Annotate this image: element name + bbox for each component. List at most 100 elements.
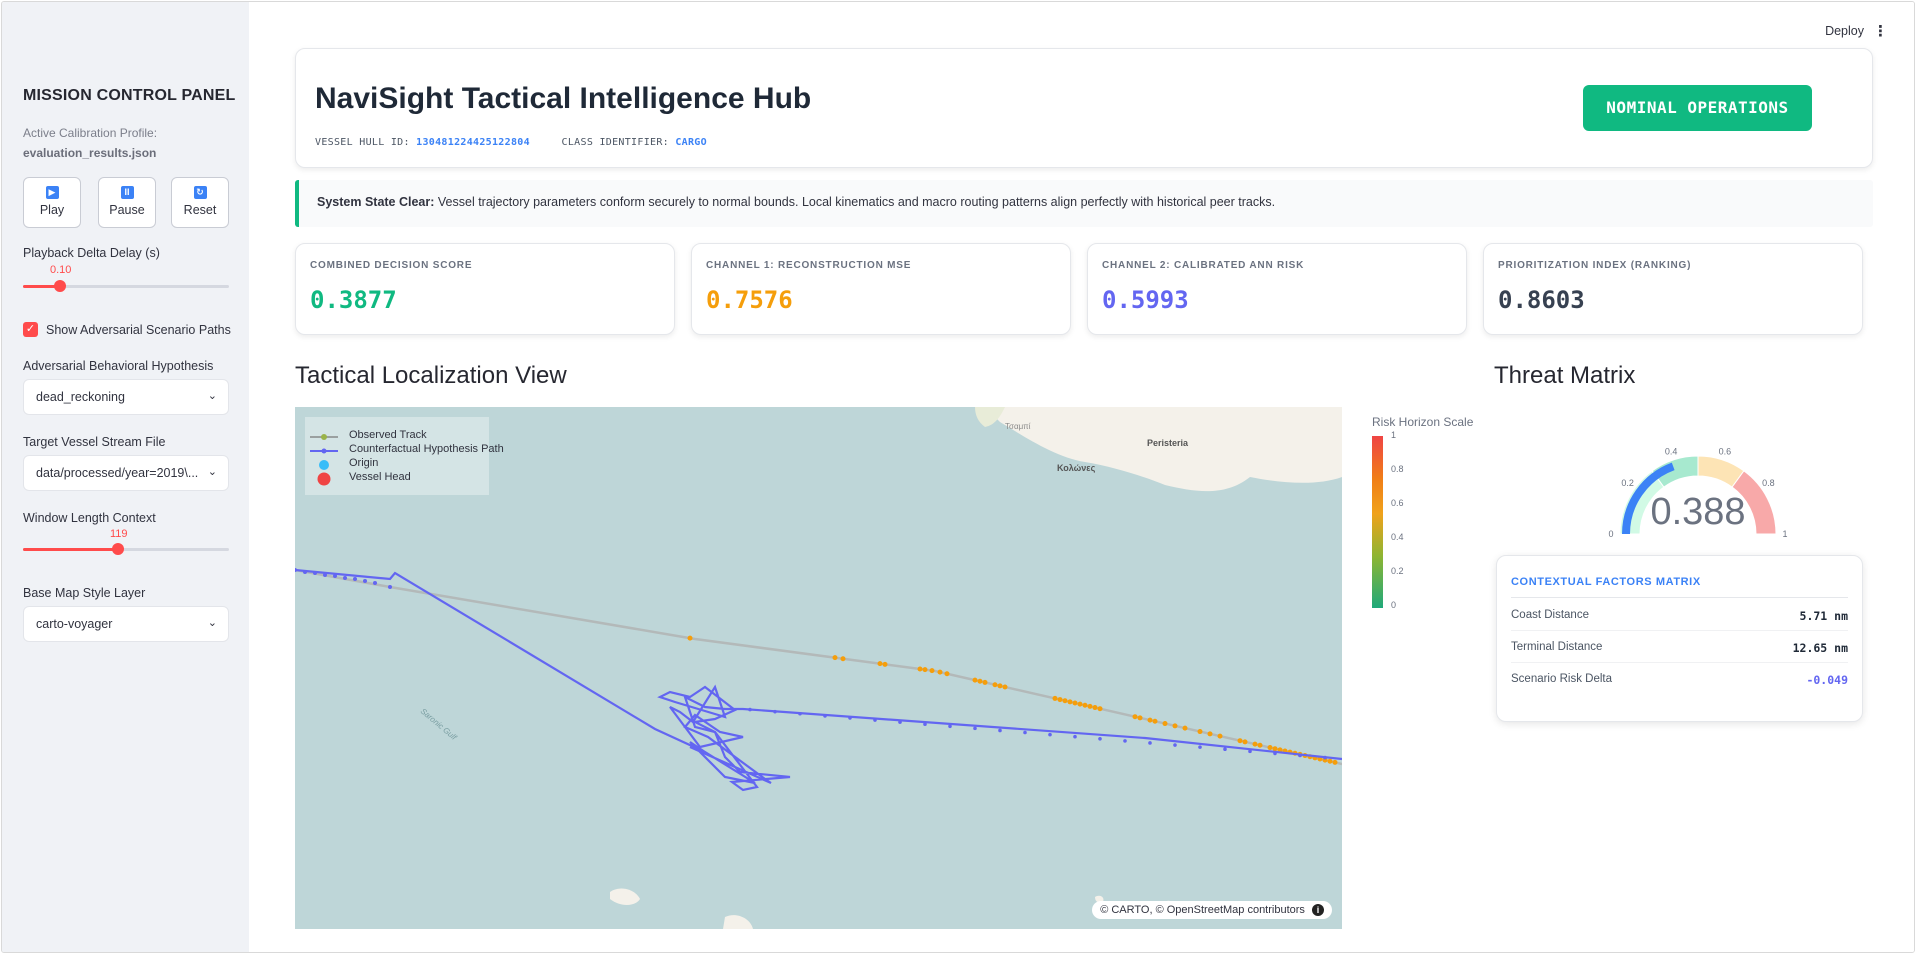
path-point — [1223, 747, 1227, 752]
risk-point — [1002, 684, 1008, 690]
metric-value: 0.3877 — [310, 286, 397, 314]
risk-point — [1132, 714, 1138, 720]
risk-point — [882, 661, 888, 667]
risk-point — [1057, 697, 1063, 703]
place-label: Τσαμπί — [1005, 422, 1031, 431]
risk-point — [1242, 739, 1248, 745]
deploy-button[interactable]: Deploy — [1825, 24, 1864, 38]
risk-point — [1162, 721, 1168, 727]
path-point — [1173, 743, 1177, 747]
class-value: CARGO — [675, 137, 707, 148]
risk-point — [687, 635, 693, 641]
colorbar-title: Risk Horizon Scale — [1372, 415, 1474, 429]
colorbar-tick: 0 — [1391, 600, 1397, 610]
chevron-down-icon: ⌄ — [207, 617, 217, 629]
map-section-title: Tactical Localization View — [295, 362, 567, 389]
pause-button[interactable]: II Pause — [98, 177, 156, 228]
track-point — [373, 581, 377, 585]
path-point — [1198, 745, 1202, 749]
app-window: MISSION CONTROL PANEL Active Calibration… — [1, 1, 1915, 953]
risk-point — [1137, 715, 1143, 721]
risk-point — [1062, 698, 1068, 704]
stream-select[interactable]: data/processed/year=2019\... ⌄ — [23, 455, 229, 491]
metric-card-ann-risk: CHANNEL 2: CALIBRATED ANN RISK 0.5993 — [1087, 243, 1467, 335]
risk-point — [1072, 700, 1078, 706]
risk-point — [1237, 738, 1243, 744]
counterfactual-path[interactable] — [295, 568, 1342, 792]
risk-point — [972, 677, 978, 683]
risk-point — [1172, 723, 1178, 729]
play-button[interactable]: ▶ Play — [23, 177, 81, 228]
gauge-tick: 0 — [1608, 529, 1613, 539]
tactical-map[interactable]: Τσαμπί Peristeria Κολώνες Saronic Gulf O… — [295, 407, 1342, 929]
playback-slider[interactable] — [23, 280, 229, 292]
path-point — [898, 720, 902, 724]
page-title: NaviSight Tactical Intelligence Hub — [315, 82, 812, 115]
kebab-menu-icon[interactable]: ⋮ — [1873, 22, 1888, 40]
risk-point — [1052, 695, 1058, 701]
metric-card-prioritization: PRIORITIZATION INDEX (RANKING) 0.8603 — [1483, 243, 1863, 335]
risk-point — [944, 671, 950, 677]
map-legend: Observed Track Counterfactual Hypothesis… — [305, 417, 504, 495]
path-point — [1298, 753, 1302, 758]
playback-label: Playback Delta Delay (s) — [23, 246, 160, 260]
island — [610, 888, 640, 905]
metric-value: 0.5993 — [1102, 286, 1189, 314]
place-label: Κολώνες — [1057, 463, 1096, 473]
risk-point — [1182, 725, 1188, 731]
risk-point — [840, 656, 846, 662]
path-point — [773, 709, 777, 714]
island — [723, 915, 753, 929]
playback-slider-thumb[interactable] — [54, 280, 67, 292]
path-point — [1323, 755, 1327, 760]
stream-label: Target Vessel Stream File — [23, 435, 166, 449]
adversarial-checkbox-label: Show Adversarial Scenario Paths — [46, 323, 231, 337]
risk-point — [1252, 741, 1258, 747]
path-point — [1098, 736, 1102, 741]
pause-label: Pause — [109, 203, 145, 217]
risk-colorbar — [1372, 436, 1383, 608]
path-point — [1123, 739, 1127, 743]
adversarial-checkbox[interactable]: ✓ — [23, 322, 38, 337]
window-slider-thumb[interactable] — [111, 543, 124, 555]
status-badge: NOMINAL OPERATIONS — [1583, 85, 1812, 131]
map-attribution[interactable]: © CARTO, © OpenStreetMap contributors i — [1092, 901, 1332, 919]
contextual-factors-card: CONTEXTUAL FACTORS MATRIX Coast Distance… — [1496, 555, 1863, 722]
basemap-select[interactable]: carto-voyager ⌄ — [23, 606, 229, 642]
risk-point — [1197, 729, 1203, 735]
reset-label: Reset — [183, 203, 217, 217]
context-row: Terminal Distance 12.65 nm — [1511, 633, 1848, 663]
gauge-tick: 0.4 — [1665, 446, 1678, 456]
window-slider[interactable] — [23, 543, 229, 555]
risk-point — [1077, 701, 1083, 707]
hypothesis-select[interactable]: dead_reckoning ⌄ — [23, 379, 229, 415]
hypothesis-label: Adversarial Behavioral Hypothesis — [23, 359, 214, 373]
path-point — [948, 724, 952, 729]
vessel-info: VESSEL HULL ID: 130481224425122804 CLASS… — [315, 137, 707, 148]
threat-gauge: 0.388 0 0.2 0.4 0.6 0.8 1 — [1568, 406, 1828, 546]
place-label: Peristeria — [1147, 438, 1189, 448]
info-icon[interactable]: i — [1312, 904, 1324, 916]
hull-value: 130481224425122804 — [416, 137, 530, 148]
gauge-tick: 0.2 — [1621, 478, 1634, 488]
colorbar-tick: 0.6 — [1391, 498, 1404, 508]
main-area: Deploy ⋮ NaviSight Tactical Intelligence… — [249, 2, 1914, 952]
risk-point — [917, 666, 923, 672]
reset-button[interactable]: ↻ Reset — [171, 177, 229, 228]
pause-icon: II — [120, 186, 134, 199]
path-point — [1048, 732, 1052, 737]
path-point — [1273, 751, 1277, 756]
risk-point — [1332, 759, 1338, 765]
metric-label: CHANNEL 2: CALIBRATED ANN RISK — [1102, 260, 1305, 271]
path-point — [923, 722, 927, 726]
sidebar-title: MISSION CONTROL PANEL — [23, 87, 236, 104]
land-mass — [985, 407, 1342, 492]
calibration-file: evaluation_results.json — [23, 146, 157, 160]
context-row: Scenario Risk Delta -0.049 — [1511, 673, 1848, 687]
metric-card-combined: COMBINED DECISION SCORE 0.3877 — [295, 243, 675, 335]
path-point — [823, 714, 827, 718]
path-point — [1148, 741, 1152, 745]
calibration-label: Active Calibration Profile: — [23, 126, 158, 140]
risk-point — [1257, 742, 1263, 748]
colorbar-tick: 0.8 — [1391, 464, 1404, 474]
